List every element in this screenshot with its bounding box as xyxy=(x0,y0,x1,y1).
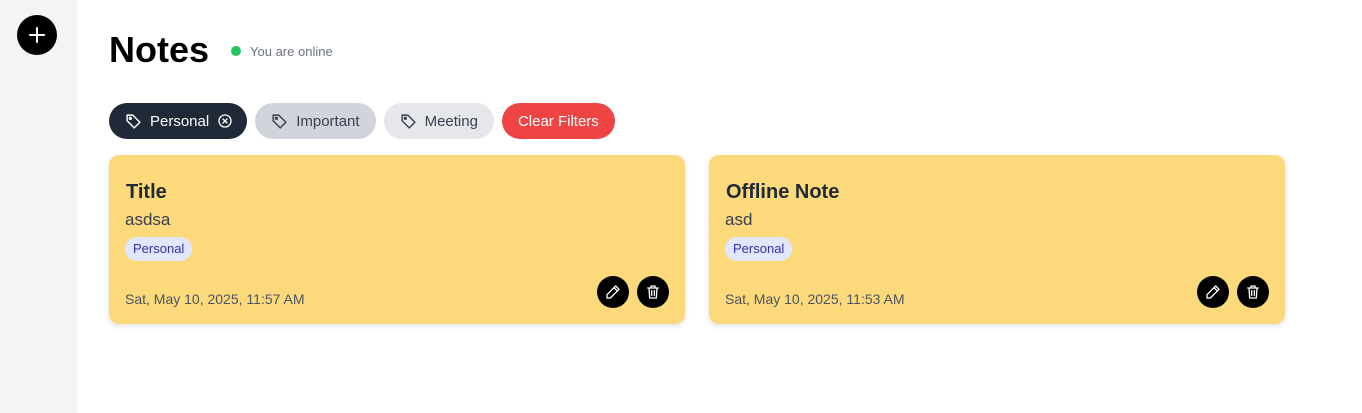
note-tag-badge: Personal xyxy=(725,237,793,261)
filter-chip-label: Important xyxy=(296,112,360,130)
online-status: You are online xyxy=(231,44,333,59)
page-header: Notes You are online xyxy=(109,30,333,70)
note-date: Sat, May 10, 2025, 11:57 AM xyxy=(125,291,305,307)
note-actions xyxy=(597,276,669,308)
plus-icon xyxy=(28,26,46,44)
filter-chip-important[interactable]: Important xyxy=(255,103,376,139)
pencil-icon xyxy=(1205,284,1221,300)
delete-note-button[interactable] xyxy=(1237,276,1269,308)
tag-icon xyxy=(271,113,288,130)
note-title: Offline Note xyxy=(726,181,840,203)
sidebar xyxy=(0,0,77,413)
note-body: asd xyxy=(725,210,753,229)
note-tag-badge: Personal xyxy=(125,237,193,261)
pencil-icon xyxy=(605,284,621,300)
note-card[interactable]: Offline Note asd Personal Sat, May 10, 2… xyxy=(709,155,1285,324)
main-content: Notes You are online Personal Important xyxy=(77,0,1362,413)
status-text: You are online xyxy=(250,43,333,59)
note-actions xyxy=(1197,276,1269,308)
filter-chip-meeting[interactable]: Meeting xyxy=(383,103,494,139)
notes-grid: Title asdsa Personal Sat, May 10, 2025, … xyxy=(109,155,1285,324)
clear-filters-button[interactable]: Clear Filters xyxy=(501,103,615,139)
note-card[interactable]: Title asdsa Personal Sat, May 10, 2025, … xyxy=(109,155,685,324)
add-note-button[interactable] xyxy=(17,15,57,55)
filter-chip-label: Meeting xyxy=(424,112,478,130)
trash-icon xyxy=(1245,284,1261,300)
edit-note-button[interactable] xyxy=(1197,276,1229,308)
tag-icon xyxy=(400,113,417,130)
edit-note-button[interactable] xyxy=(597,276,629,308)
tag-icon xyxy=(125,113,142,130)
filter-bar: Personal Important Meeting Clear Filters xyxy=(109,103,615,139)
delete-note-button[interactable] xyxy=(637,276,669,308)
remove-filter-icon[interactable] xyxy=(217,113,233,129)
status-dot xyxy=(231,46,242,56)
note-title: Title xyxy=(126,181,167,203)
trash-icon xyxy=(645,284,661,300)
note-date: Sat, May 10, 2025, 11:53 AM xyxy=(725,291,905,307)
filter-chip-personal[interactable]: Personal xyxy=(109,103,248,139)
page-title: Notes xyxy=(109,29,210,70)
filter-chip-label: Personal xyxy=(150,112,210,130)
note-body: asdsa xyxy=(125,210,171,229)
